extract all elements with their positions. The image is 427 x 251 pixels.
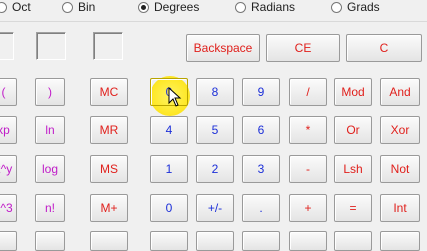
radio-label-oct: Oct <box>12 0 31 14</box>
radio-bin[interactable]: Bin <box>62 0 95 14</box>
digit-3-button[interactable]: 3 <box>242 155 280 183</box>
digit-4-button[interactable]: 4 <box>150 116 188 144</box>
memory-store-button[interactable]: MS <box>90 155 128 183</box>
memory-extra-button[interactable] <box>90 231 128 251</box>
radio-radians[interactable]: Radians <box>235 0 295 14</box>
fn-close-paren-button[interactable]: ) <box>35 78 65 106</box>
radio-label-bin: Bin <box>78 0 96 14</box>
digit-6-button[interactable]: 6 <box>242 116 280 144</box>
bottom-button-6[interactable] <box>380 231 420 251</box>
radio-selected-icon <box>138 1 149 13</box>
fn-exp-button[interactable]: xp <box>0 116 17 144</box>
radio-label-degrees: Degrees <box>154 0 200 14</box>
or-button[interactable]: Or <box>334 116 372 144</box>
radio-circle-icon <box>235 1 246 13</box>
radio-circle-icon <box>331 1 342 13</box>
radio-oct[interactable]: Oct <box>0 0 31 14</box>
clear-button[interactable]: C <box>346 34 422 62</box>
group-divider <box>0 21 427 22</box>
radio-circle-icon <box>62 1 73 13</box>
mouse-pointer-icon <box>168 87 182 107</box>
backspace-button[interactable]: Backspace <box>186 34 260 62</box>
digit-2-button[interactable]: 2 <box>196 155 234 183</box>
fn-factorial-button[interactable]: n! <box>35 194 65 222</box>
not-button[interactable]: Not <box>380 155 420 183</box>
digit-5-button[interactable]: 5 <box>196 116 234 144</box>
fn-log-button[interactable]: log <box>35 155 65 183</box>
digit-0-button[interactable]: 0 <box>150 194 188 222</box>
bottom-button-1[interactable] <box>150 231 188 251</box>
clear-entry-button[interactable]: CE <box>266 34 340 62</box>
bottom-button-3[interactable] <box>242 231 280 251</box>
divide-button[interactable]: / <box>289 78 327 106</box>
and-button[interactable]: And <box>380 78 420 106</box>
radio-grads[interactable]: Grads <box>331 0 380 14</box>
multiply-button[interactable]: * <box>289 116 327 144</box>
xor-button[interactable]: Xor <box>380 116 420 144</box>
fn-open-paren-button[interactable]: ( <box>0 78 17 106</box>
memory-add-button[interactable]: M+ <box>90 194 128 222</box>
indicator-box-1 <box>36 32 66 60</box>
radio-label-grads: Grads <box>347 0 380 14</box>
fn-extra-button-b[interactable] <box>35 231 65 251</box>
radio-label-radians: Radians <box>251 0 296 14</box>
equals-button[interactable]: = <box>334 194 372 222</box>
bottom-button-4[interactable] <box>289 231 327 251</box>
bottom-button-2[interactable] <box>196 231 234 251</box>
mod-button[interactable]: Mod <box>334 78 372 106</box>
lsh-button[interactable]: Lsh <box>334 155 372 183</box>
radio-degrees[interactable]: Degrees <box>138 0 199 14</box>
fn-cube-button[interactable]: x^3 <box>0 194 17 222</box>
fn-power-button[interactable]: x^y <box>0 155 17 183</box>
digit-8-button[interactable]: 8 <box>196 78 234 106</box>
digit-9-button[interactable]: 9 <box>242 78 280 106</box>
add-button[interactable]: + <box>289 194 327 222</box>
fn-ln-button[interactable]: ln <box>35 116 65 144</box>
subtract-button[interactable]: - <box>289 155 327 183</box>
option-row: Oct Bin Degrees Radians Grads <box>0 0 427 18</box>
digit-1-button[interactable]: 1 <box>150 155 188 183</box>
radio-circle-icon <box>0 1 7 13</box>
memory-clear-button[interactable]: MC <box>90 78 128 106</box>
left-edge-box <box>0 32 14 60</box>
decimal-point-button[interactable]: . <box>242 194 280 222</box>
sign-toggle-button[interactable]: +/- <box>196 194 234 222</box>
fn-extra-button-a[interactable] <box>0 231 17 251</box>
int-button[interactable]: Int <box>380 194 420 222</box>
bottom-button-5[interactable] <box>334 231 372 251</box>
memory-recall-button[interactable]: MR <box>90 116 128 144</box>
memory-indicator-box <box>93 32 123 60</box>
